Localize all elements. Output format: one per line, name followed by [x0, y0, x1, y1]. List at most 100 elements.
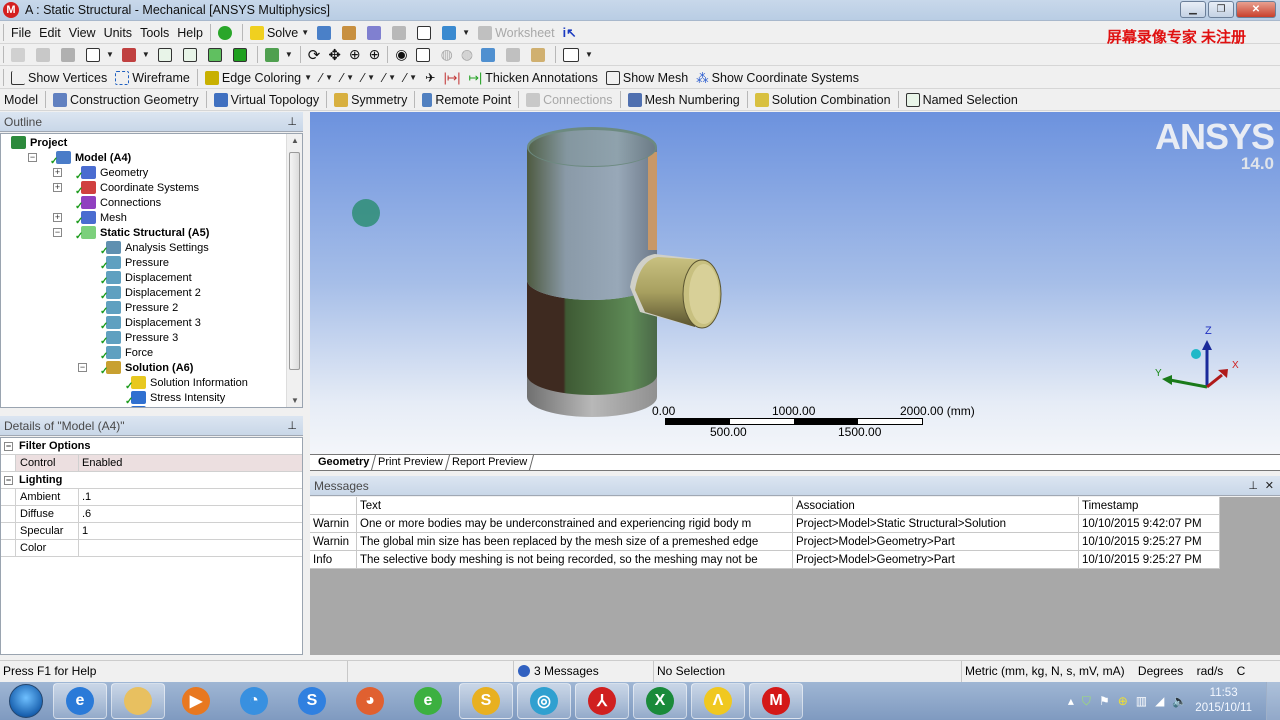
- tree-item[interactable]: ✓ Force: [100, 345, 153, 362]
- tree-item[interactable]: ✓ Solution (A6): [100, 360, 193, 377]
- info-cursor-icon[interactable]: i↖: [559, 23, 581, 43]
- tab-print-preview[interactable]: Print Preview: [372, 455, 451, 470]
- taskbar-sogou-app[interactable]: S: [285, 683, 339, 719]
- message-row[interactable]: Info The selective body meshing is not b…: [310, 551, 1220, 569]
- detail-row-ambient[interactable]: Ambient .1: [1, 489, 302, 506]
- clock[interactable]: 11:53 2015/10/11: [1195, 686, 1252, 716]
- edge-display-0-icon[interactable]: ⁄ ▼: [316, 68, 337, 88]
- tree-item[interactable]: ✓ Pressure: [100, 255, 169, 272]
- wireframe-button[interactable]: Wireframe: [111, 68, 194, 88]
- tree-item[interactable]: Project: [11, 135, 67, 150]
- col-timestamp[interactable]: Timestamp: [1079, 497, 1220, 514]
- select-edge-icon[interactable]: [179, 45, 204, 65]
- tree-item[interactable]: ✓ Pressure 2: [100, 300, 178, 317]
- show-desktop-button[interactable]: [1266, 682, 1280, 720]
- collapse-icon[interactable]: −: [4, 442, 13, 451]
- edge-coloring-button[interactable]: Edge Coloring ▼: [201, 68, 316, 88]
- tree-item[interactable]: ✓ Displacement 2: [100, 285, 201, 302]
- set-view-icon[interactable]: [502, 45, 527, 65]
- taskbar-ansys-workbench[interactable]: Λ: [691, 683, 745, 719]
- menu-tools[interactable]: Tools: [136, 23, 173, 43]
- tree-item[interactable]: ✓ Static Structural (A5): [75, 225, 209, 242]
- chart-icon[interactable]: [363, 23, 388, 43]
- scrollbar-thumb[interactable]: [289, 152, 300, 370]
- virtual-topology-button[interactable]: Virtual Topology: [210, 90, 324, 110]
- new-chart-icon[interactable]: [338, 23, 363, 43]
- pan-icon[interactable]: ✥: [324, 45, 345, 65]
- edge-display-x-icon[interactable]: ⁄ ▼: [400, 68, 421, 88]
- close-messages-icon[interactable]: ✕: [1265, 476, 1274, 496]
- taskbar-green-browser[interactable]: e: [401, 683, 455, 719]
- taskbar-security-app[interactable]: ◎: [517, 683, 571, 719]
- construction-geometry-button[interactable]: Construction Geometry: [49, 90, 203, 110]
- collapse-icon[interactable]: −: [53, 228, 62, 237]
- coordinate-triad[interactable]: Z Y X: [1150, 322, 1260, 402]
- menu-file[interactable]: File: [7, 23, 35, 43]
- connections-button[interactable]: Connections: [522, 90, 617, 110]
- pointer-icon[interactable]: ▼: [118, 45, 154, 65]
- tree-item[interactable]: ✓ Pressure 3: [100, 330, 178, 347]
- image-icon[interactable]: ▼: [438, 23, 474, 43]
- tree-item[interactable]: ✓ Coordinate Systems: [75, 180, 199, 197]
- detail-row-control[interactable]: Control Enabled: [1, 455, 302, 472]
- previous-view-icon[interactable]: ◍: [437, 45, 457, 65]
- magnifier-window-icon[interactable]: [412, 45, 437, 65]
- tab-geometry[interactable]: Geometry: [311, 455, 377, 470]
- taskbar-excel[interactable]: X: [633, 683, 687, 719]
- collapse-icon[interactable]: −: [28, 153, 37, 162]
- tree-item[interactable]: ✓ Geometry: [75, 165, 148, 182]
- menu-units[interactable]: Units: [100, 23, 136, 43]
- tree-item[interactable]: ✓ Solution Information: [125, 375, 248, 392]
- zoom-to-fit-icon[interactable]: ◉: [391, 45, 411, 65]
- ruler-icon[interactable]: [527, 45, 552, 65]
- shield-icon[interactable]: ⛉: [1082, 694, 1091, 709]
- col-association[interactable]: Association: [793, 497, 1079, 514]
- tree-item[interactable]: ✓ Equivalent Stress: [131, 405, 236, 407]
- group-lighting[interactable]: − Lighting: [1, 472, 302, 489]
- detail-row-diffuse[interactable]: Diffuse .6: [1, 506, 302, 523]
- thin-annotations-icon[interactable]: |↦|: [440, 68, 465, 88]
- xyz-icon[interactable]: [57, 45, 82, 65]
- pin-icon[interactable]: ⊥: [287, 416, 297, 436]
- minimize-button[interactable]: ▁: [1180, 1, 1206, 18]
- select-vertex-icon[interactable]: [154, 45, 179, 65]
- expand-icon[interactable]: +: [53, 183, 62, 192]
- solve-dropdown-icon[interactable]: ▼: [301, 28, 309, 37]
- rotate-icon[interactable]: ⟳: [304, 45, 325, 65]
- check-icon[interactable]: [214, 23, 239, 43]
- expand-icon[interactable]: +: [53, 168, 62, 177]
- flag-icon[interactable]: ⚑: [1099, 694, 1110, 708]
- menu-edit[interactable]: Edit: [35, 23, 65, 43]
- pick-icon[interactable]: [32, 45, 57, 65]
- select-body-icon[interactable]: [229, 45, 254, 65]
- taskbar-ansys-mechanical[interactable]: M: [749, 683, 803, 719]
- start-button[interactable]: [9, 684, 43, 718]
- solve-button[interactable]: Solve ▼: [246, 23, 313, 43]
- taskbar-media-player[interactable]: ▶: [169, 683, 223, 719]
- edge-display-1-icon[interactable]: ⁄ ▼: [337, 68, 358, 88]
- group-filter-options[interactable]: − Filter Options: [1, 438, 302, 455]
- signal-icon[interactable]: ◢: [1155, 694, 1164, 708]
- next-view-icon[interactable]: ◍: [457, 45, 477, 65]
- select-face-icon[interactable]: [204, 45, 229, 65]
- message-row[interactable]: Warnin One or more bodies may be underco…: [310, 515, 1220, 533]
- taskbar-color-app[interactable]: ◕: [343, 683, 397, 719]
- collapse-icon[interactable]: −: [78, 363, 87, 372]
- collapse-icon[interactable]: −: [4, 476, 13, 485]
- detail-row-specular[interactable]: Specular 1: [1, 523, 302, 540]
- show-coordinate-systems-button[interactable]: ⁂ Show Coordinate Systems: [692, 68, 863, 88]
- worksheet-button[interactable]: Worksheet: [474, 23, 559, 43]
- taskbar-pdf-reader[interactable]: ⅄: [575, 683, 629, 719]
- box-zoom-icon[interactable]: ⊕: [365, 45, 385, 65]
- solution-combination-button[interactable]: Solution Combination: [751, 90, 895, 110]
- pin-icon[interactable]: ⊥: [1248, 476, 1258, 496]
- symmetry-button[interactable]: Symmetry: [330, 90, 411, 110]
- status-messages[interactable]: 3 Messages: [514, 661, 654, 682]
- tree-item[interactable]: ✓ Connections: [75, 195, 161, 212]
- close-button[interactable]: ✕: [1236, 1, 1276, 18]
- plus-icon[interactable]: ⊕: [1118, 694, 1128, 708]
- model-geometry[interactable]: [310, 112, 1280, 454]
- edge-display-2-icon[interactable]: ⁄ ▼: [358, 68, 379, 88]
- col-text[interactable]: Text: [357, 497, 793, 514]
- graphics-viewport[interactable]: ANSYS 14.0 0.00 1000.00 2000.00 (mm) 500…: [310, 112, 1280, 454]
